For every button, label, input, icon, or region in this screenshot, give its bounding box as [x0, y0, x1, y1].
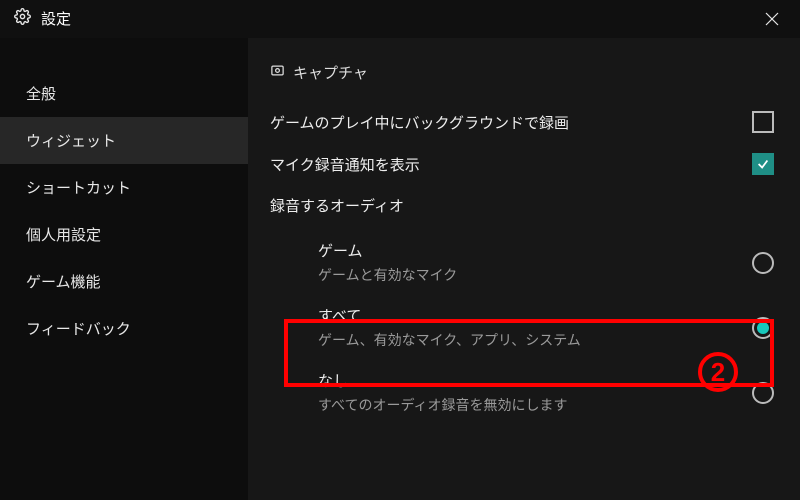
content-pane: キャプチャ ゲームのプレイ中にバックグラウンドで録画 マイク録音通知を表示 録音…	[248, 38, 800, 500]
radio-label: ゲーム	[318, 240, 457, 261]
sidebar-item-personalization[interactable]: 個人用設定	[0, 211, 248, 258]
radio-button[interactable]	[752, 317, 774, 339]
close-button[interactable]	[758, 5, 786, 33]
radio-desc: すべてのオーディオ録音を無効にします	[318, 395, 567, 415]
sidebar-item-label: ゲーム機能	[26, 274, 101, 291]
sidebar-item-label: 個人用設定	[26, 227, 101, 244]
sidebar-item-feedback[interactable]: フィードバック	[0, 305, 248, 352]
radio-button[interactable]	[752, 252, 774, 274]
sidebar-item-label: 全般	[26, 86, 56, 103]
audio-heading: 録音するオーディオ	[270, 185, 778, 226]
sidebar-item-shortcuts[interactable]: ショートカット	[0, 164, 248, 211]
section-header: キャプチャ	[270, 62, 778, 83]
radio-item-game[interactable]: ゲーム ゲームと有効なマイク	[270, 230, 778, 295]
radio-label: すべて	[318, 305, 581, 326]
radio-desc: ゲーム、有効なマイク、アプリ、システム	[318, 330, 581, 350]
sidebar-item-label: フィードバック	[26, 321, 131, 338]
row-bg-record: ゲームのプレイ中にバックグラウンドで録画	[270, 101, 778, 143]
sidebar-item-gaming[interactable]: ゲーム機能	[0, 258, 248, 305]
window-title: 設定	[41, 8, 71, 29]
sidebar-item-general[interactable]: 全般	[0, 70, 248, 117]
radio-label: なし	[318, 370, 567, 391]
row-mic-notice: マイク録音通知を表示	[270, 143, 778, 185]
bg-record-label: ゲームのプレイ中にバックグラウンドで録画	[270, 112, 569, 133]
capture-icon	[270, 63, 285, 82]
sidebar-item-label: ショートカット	[26, 180, 131, 197]
radio-button[interactable]	[752, 382, 774, 404]
sidebar: 全般 ウィジェット ショートカット 個人用設定 ゲーム機能 フィードバック	[0, 38, 248, 500]
radio-desc: ゲームと有効なマイク	[318, 265, 457, 285]
gear-icon	[14, 8, 31, 29]
radio-item-none[interactable]: なし すべてのオーディオ録音を無効にします	[270, 360, 778, 425]
titlebar: 設定	[0, 0, 800, 38]
settings-window: 設定 全般 ウィジェット ショートカット 個人用設定 ゲーム機能	[0, 0, 800, 500]
radio-item-all[interactable]: すべて ゲーム、有効なマイク、アプリ、システム	[270, 295, 778, 360]
sidebar-item-widgets[interactable]: ウィジェット	[0, 117, 248, 164]
mic-notice-checkbox[interactable]	[752, 153, 774, 175]
mic-notice-label: マイク録音通知を表示	[270, 154, 420, 175]
sidebar-item-label: ウィジェット	[26, 133, 116, 150]
bg-record-checkbox[interactable]	[752, 111, 774, 133]
audio-radio-group: ゲーム ゲームと有効なマイク すべて ゲーム、有効なマイク、アプリ、システム な…	[270, 230, 778, 425]
section-title: キャプチャ	[293, 62, 368, 83]
